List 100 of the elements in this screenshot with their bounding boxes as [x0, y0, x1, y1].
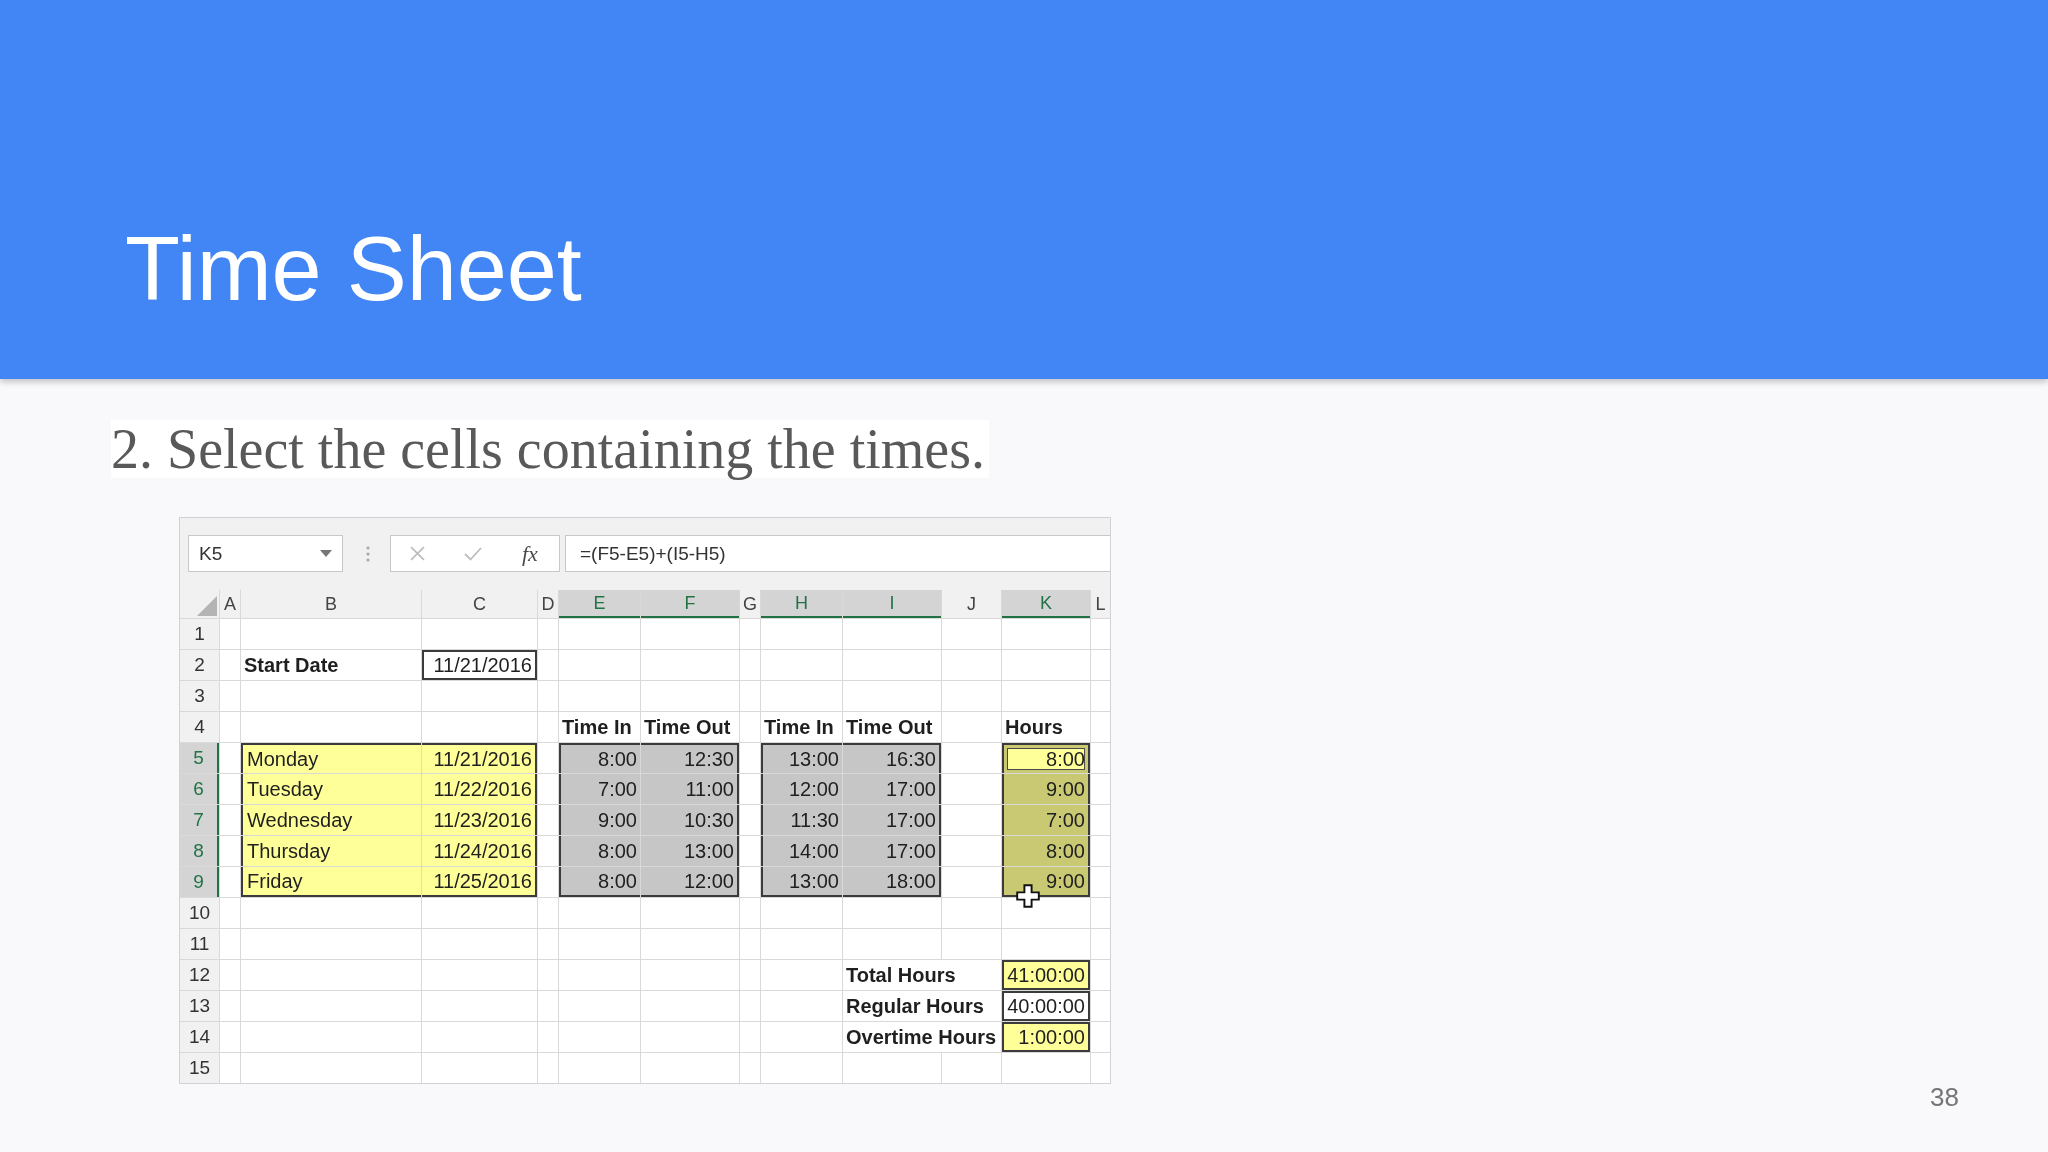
sheet-cell[interactable]: 8:00: [1002, 836, 1090, 866]
sheet-cell[interactable]: [538, 960, 558, 990]
sheet-cell[interactable]: [740, 650, 760, 680]
sheet-cell[interactable]: 40:00:00: [1002, 991, 1090, 1021]
sheet-cell[interactable]: [843, 929, 941, 959]
sheet-cell[interactable]: 12:00: [761, 774, 842, 804]
sheet-cell[interactable]: [220, 805, 240, 835]
sheet-cell[interactable]: [942, 712, 1001, 742]
sheet-cell[interactable]: [641, 929, 739, 959]
sheet-cell[interactable]: [1091, 960, 1110, 990]
sheet-cell[interactable]: [1091, 929, 1110, 959]
sheet-cell[interactable]: [220, 898, 240, 928]
sheet-cell[interactable]: 8:00: [559, 836, 640, 866]
sheet-cell[interactable]: [559, 929, 640, 959]
sheet-cell[interactable]: [1091, 867, 1110, 897]
sheet-cell[interactable]: [761, 960, 842, 990]
sheet-cell[interactable]: Time In: [761, 712, 842, 742]
sheet-cell[interactable]: [220, 774, 240, 804]
sheet-cell[interactable]: [942, 650, 1001, 680]
row-header[interactable]: 6: [180, 774, 219, 804]
sheet-cell[interactable]: [559, 1053, 640, 1083]
sheet-cell[interactable]: [538, 991, 558, 1021]
sheet-cell[interactable]: Regular Hours: [843, 991, 1001, 1021]
sheet-cell[interactable]: 9:00: [559, 805, 640, 835]
sheet-cell[interactable]: Total Hours: [843, 960, 1001, 990]
sheet-cell[interactable]: [1002, 898, 1090, 928]
row-header[interactable]: 2: [180, 650, 219, 680]
sheet-cell[interactable]: 13:00: [761, 867, 842, 897]
sheet-cell[interactable]: [538, 619, 558, 649]
sheet-cell[interactable]: [1002, 681, 1090, 711]
sheet-cell[interactable]: 17:00: [843, 774, 941, 804]
sheet-cell[interactable]: 8:00: [1002, 743, 1090, 773]
sheet-cell[interactable]: [843, 619, 941, 649]
sheet-cell[interactable]: [740, 960, 760, 990]
row-header[interactable]: 4: [180, 712, 219, 742]
sheet-cell[interactable]: [761, 1022, 842, 1052]
row-header[interactable]: 13: [180, 991, 219, 1021]
sheet-cell[interactable]: [220, 929, 240, 959]
sheet-cell[interactable]: [220, 1053, 240, 1083]
sheet-cell[interactable]: [1091, 898, 1110, 928]
sheet-cell[interactable]: [220, 867, 240, 897]
sheet-cell[interactable]: Monday: [241, 743, 421, 773]
sheet-cell[interactable]: [641, 1022, 739, 1052]
sheet-cell[interactable]: [641, 619, 739, 649]
sheet-cell[interactable]: [220, 991, 240, 1021]
sheet-cell[interactable]: [1002, 650, 1090, 680]
sheet-cell[interactable]: [761, 929, 842, 959]
sheet-cell[interactable]: [641, 681, 739, 711]
row-header[interactable]: 9: [180, 867, 219, 897]
row-header[interactable]: 8: [180, 836, 219, 866]
sheet-cell[interactable]: [538, 650, 558, 680]
column-header[interactable]: A: [220, 590, 240, 618]
sheet-cell[interactable]: Time Out: [641, 712, 739, 742]
sheet-cell[interactable]: 10:30: [641, 805, 739, 835]
sheet-cell[interactable]: [559, 991, 640, 1021]
row-header[interactable]: 1: [180, 619, 219, 649]
sheet-cell[interactable]: 11/23/2016: [422, 805, 537, 835]
sheet-cell[interactable]: Tuesday: [241, 774, 421, 804]
column-header[interactable]: B: [241, 590, 421, 618]
sheet-cell[interactable]: [740, 619, 760, 649]
sheet-cell[interactable]: [559, 681, 640, 711]
column-header[interactable]: H: [761, 590, 842, 618]
sheet-cell[interactable]: [740, 867, 760, 897]
sheet-cell[interactable]: [220, 650, 240, 680]
sheet-cell[interactable]: [538, 681, 558, 711]
sheet-cell[interactable]: [1091, 1053, 1110, 1083]
sheet-cell[interactable]: Time Out: [843, 712, 941, 742]
sheet-cell[interactable]: 17:00: [843, 836, 941, 866]
sheet-cell[interactable]: [942, 805, 1001, 835]
sheet-cell[interactable]: Time In: [559, 712, 640, 742]
column-header[interactable]: F: [641, 590, 739, 618]
sheet-cell[interactable]: [241, 1053, 421, 1083]
sheet-cell[interactable]: [559, 898, 640, 928]
sheet-cell[interactable]: [942, 681, 1001, 711]
sheet-cell[interactable]: [241, 960, 421, 990]
sheet-cell[interactable]: 18:00: [843, 867, 941, 897]
sheet-cell[interactable]: [538, 867, 558, 897]
sheet-cell[interactable]: [761, 619, 842, 649]
row-header[interactable]: 3: [180, 681, 219, 711]
sheet-cell[interactable]: [1091, 991, 1110, 1021]
sheet-cell[interactable]: [422, 991, 537, 1021]
sheet-cell[interactable]: [220, 743, 240, 773]
sheet-cell[interactable]: [220, 712, 240, 742]
sheet-cell[interactable]: [559, 960, 640, 990]
sheet-cell[interactable]: [241, 619, 421, 649]
sheet-cell[interactable]: 7:00: [1002, 805, 1090, 835]
name-box[interactable]: K5: [188, 535, 343, 572]
sheet-cell[interactable]: [740, 836, 760, 866]
sheet-cell[interactable]: Hours: [1002, 712, 1090, 742]
sheet-cell[interactable]: Start Date: [241, 650, 421, 680]
sheet-cell[interactable]: [220, 1022, 240, 1052]
formula-field[interactable]: =(F5-E5)+(I5-H5): [565, 535, 1110, 572]
sheet-cell[interactable]: Friday: [241, 867, 421, 897]
row-header[interactable]: 11: [180, 929, 219, 959]
sheet-cell[interactable]: [241, 712, 421, 742]
sheet-cell[interactable]: [559, 619, 640, 649]
sheet-cell[interactable]: [538, 743, 558, 773]
sheet-cell[interactable]: [1002, 929, 1090, 959]
sheet-cell[interactable]: [942, 836, 1001, 866]
sheet-cell[interactable]: [1002, 619, 1090, 649]
